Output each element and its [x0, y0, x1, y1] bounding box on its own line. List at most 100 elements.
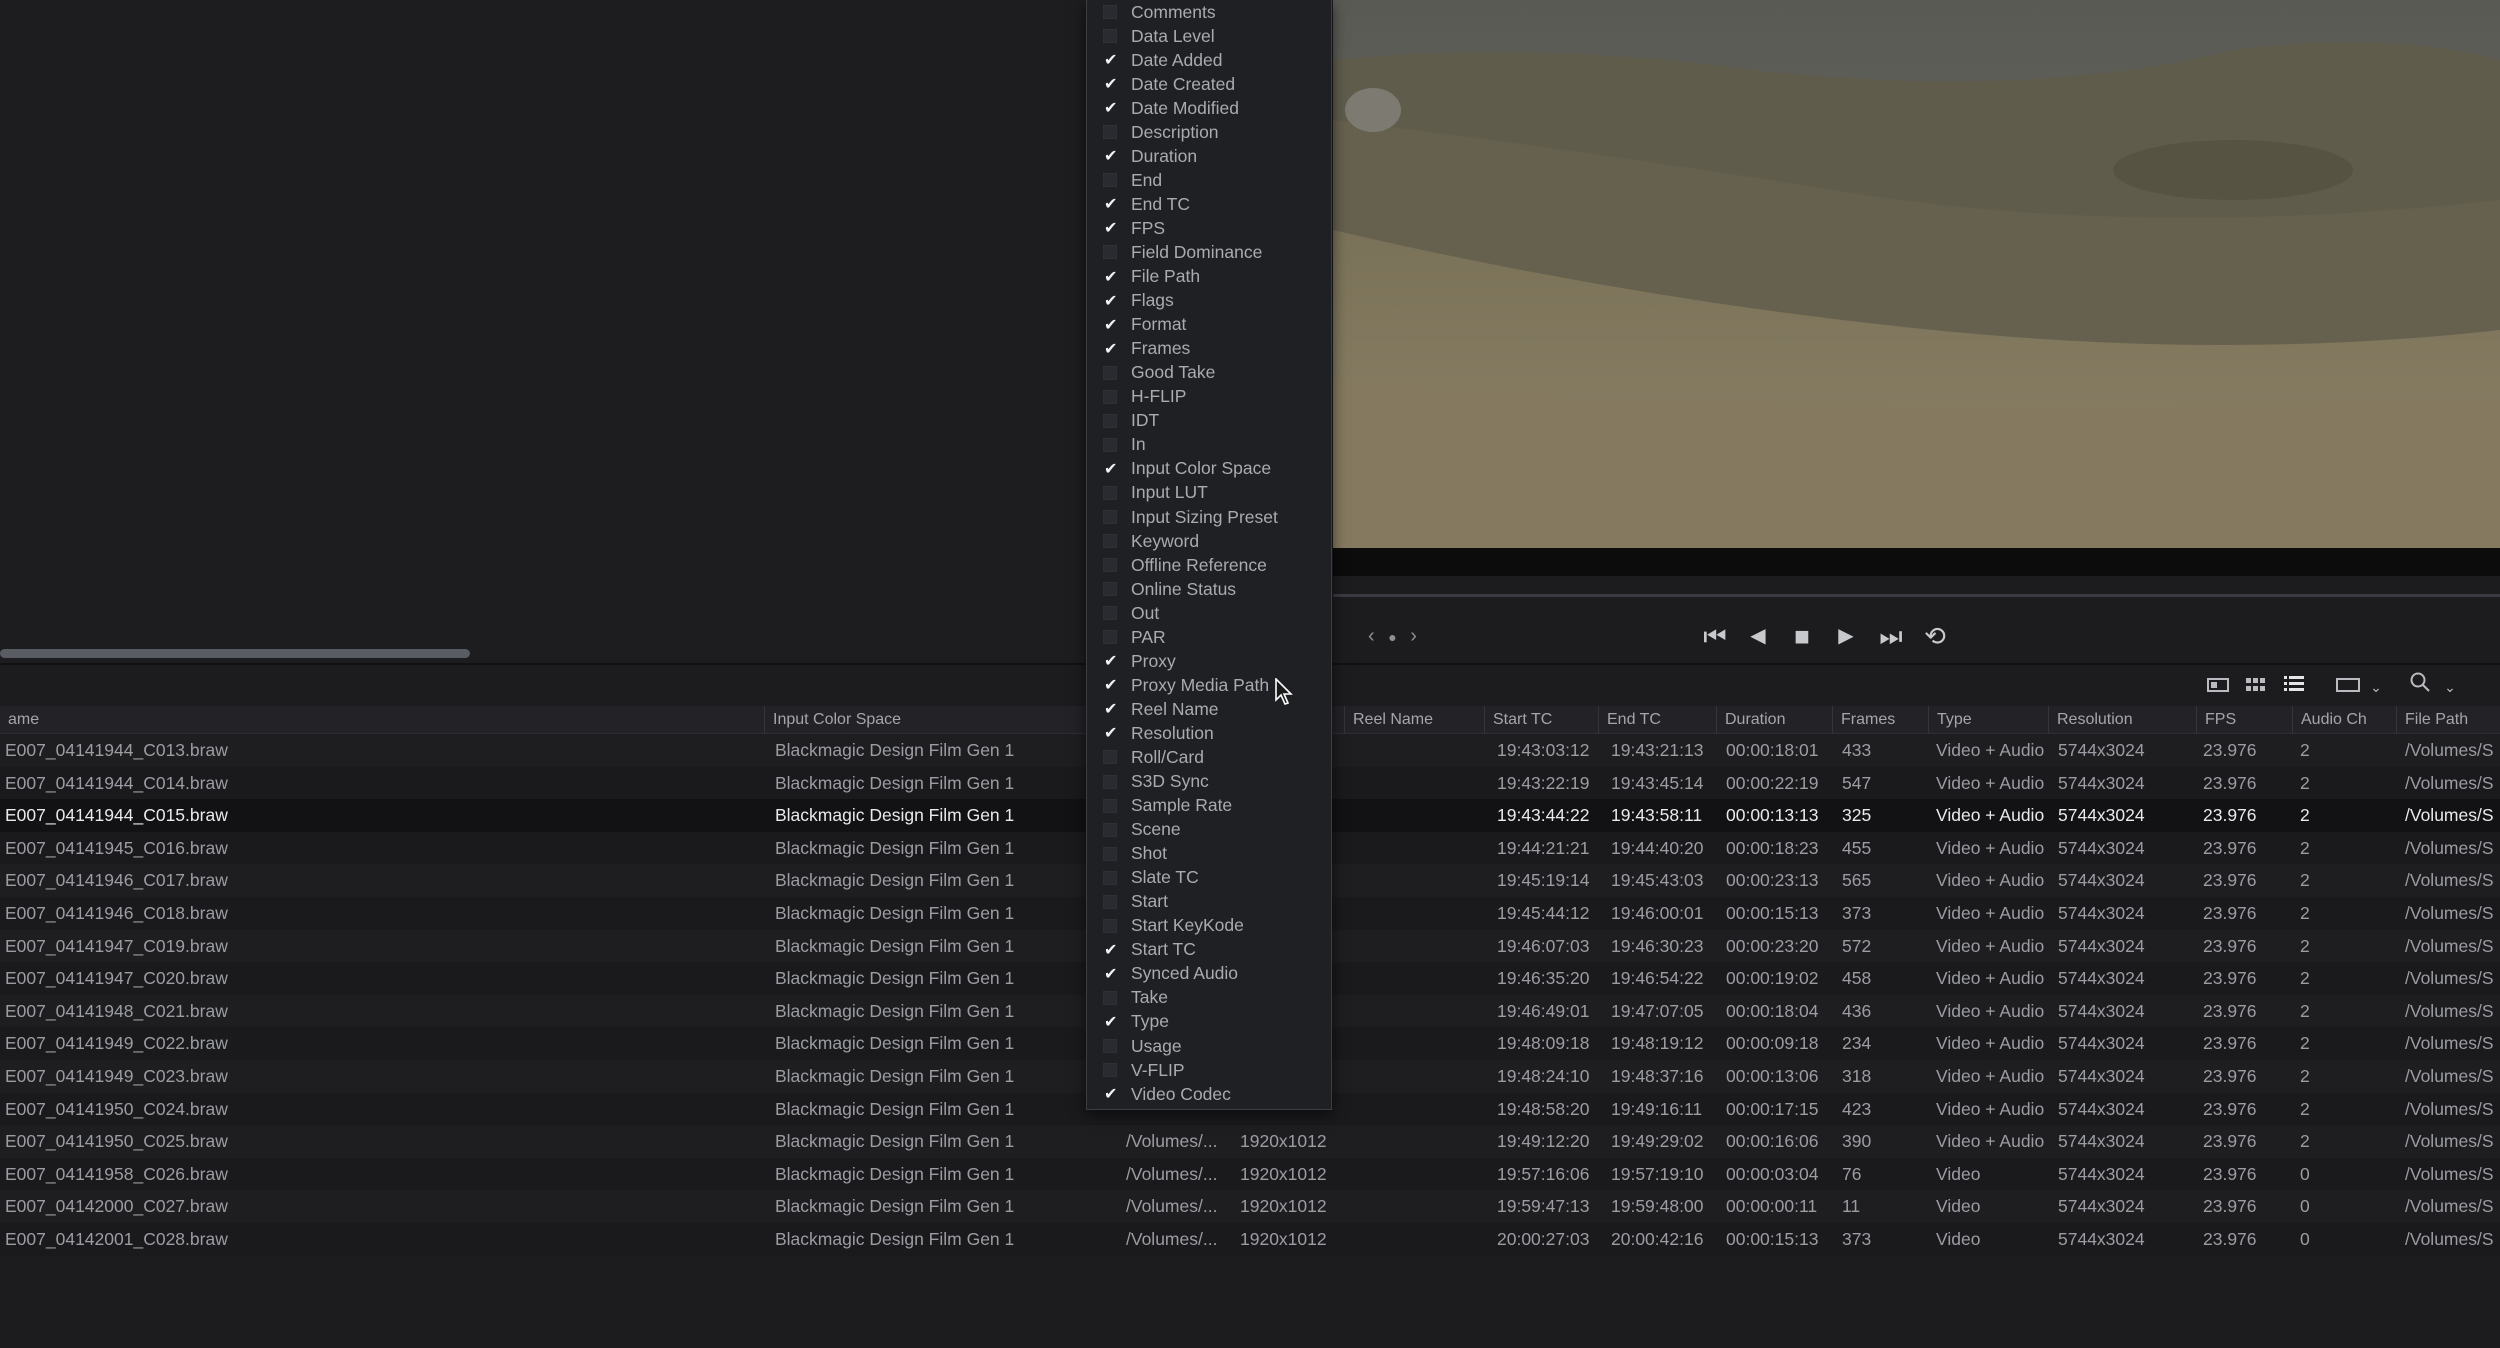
checkmark-icon[interactable]: ✔ — [1103, 268, 1117, 284]
list-view-icon[interactable] — [2276, 668, 2312, 706]
checkbox-empty-icon[interactable] — [1103, 870, 1117, 885]
jump-to-start-button[interactable]: ⏮ — [1695, 600, 1735, 672]
menu-item[interactable]: Comments — [1087, 0, 1331, 24]
step-back-button[interactable]: ◀ — [1738, 600, 1778, 672]
menu-item[interactable]: ✔ End TC — [1087, 192, 1331, 216]
menu-item[interactable]: Input Sizing Preset — [1087, 505, 1331, 529]
menu-item[interactable]: V-FLIP — [1087, 1058, 1331, 1082]
checkbox-empty-icon[interactable] — [1103, 437, 1117, 452]
checkbox-empty-icon[interactable] — [1103, 29, 1117, 44]
checkbox-empty-icon[interactable] — [1103, 630, 1117, 645]
checkbox-empty-icon[interactable] — [1103, 173, 1117, 188]
checkmark-icon[interactable]: ✔ — [1103, 316, 1117, 332]
column-header-fps[interactable]: FPS — [2196, 706, 2292, 733]
checkmark-icon[interactable]: ✔ — [1103, 52, 1117, 68]
checkmark-icon[interactable]: ✔ — [1103, 460, 1117, 476]
checkbox-empty-icon[interactable] — [1103, 798, 1117, 813]
menu-item[interactable]: ✔ Date Created — [1087, 72, 1331, 96]
menu-item[interactable]: ✔ Proxy — [1087, 649, 1331, 673]
checkbox-empty-icon[interactable] — [1103, 846, 1117, 861]
menu-item[interactable]: Description — [1087, 120, 1331, 144]
table-row[interactable]: E007_04142001_C028.braw Blackmagic Design… — [0, 1222, 2500, 1256]
menu-item[interactable]: ✔ Proxy Media Path — [1087, 673, 1331, 697]
menu-item[interactable]: Sample Rate — [1087, 794, 1331, 818]
column-header-reel-name[interactable]: Reel Name — [1344, 706, 1484, 733]
checkmark-icon[interactable]: ✔ — [1103, 653, 1117, 669]
menu-item[interactable]: ✔ Date Added — [1087, 48, 1331, 72]
checkbox-empty-icon[interactable] — [1103, 582, 1117, 597]
menu-item[interactable]: ✔ FPS — [1087, 216, 1331, 240]
menu-item[interactable]: Field Dominance — [1087, 240, 1331, 264]
table-row[interactable]: E007_04141950_C025.braw Blackmagic Design… — [0, 1125, 2500, 1158]
checkmark-icon[interactable]: ✔ — [1103, 677, 1117, 693]
column-header-audio-ch[interactable]: Audio Ch — [2292, 706, 2396, 733]
menu-item[interactable]: IDT — [1087, 409, 1331, 433]
menu-item[interactable]: Roll/Card — [1087, 745, 1331, 769]
checkmark-icon[interactable]: ✔ — [1103, 340, 1117, 356]
menu-item[interactable]: ✔ Format — [1087, 313, 1331, 337]
checkbox-empty-icon[interactable] — [1103, 245, 1117, 260]
menu-item[interactable]: Start — [1087, 890, 1331, 914]
checkbox-empty-icon[interactable] — [1103, 1039, 1117, 1054]
checkmark-icon[interactable]: ✔ — [1103, 701, 1117, 717]
checkmark-icon[interactable]: ✔ — [1103, 220, 1117, 236]
menu-item[interactable]: ✔ Reel Name — [1087, 697, 1331, 721]
column-header-frames[interactable]: Frames — [1832, 706, 1928, 733]
menu-item[interactable]: Input LUT — [1087, 481, 1331, 505]
column-header-end-tc[interactable]: End TC — [1598, 706, 1714, 733]
checkmark-icon[interactable]: ✔ — [1103, 196, 1117, 212]
play-button[interactable]: ▶ — [1826, 600, 1866, 672]
menu-item[interactable]: End — [1087, 168, 1331, 192]
checkbox-empty-icon[interactable] — [1103, 534, 1117, 549]
checkbox-empty-icon[interactable] — [1103, 894, 1117, 909]
menu-item[interactable]: In — [1087, 433, 1331, 457]
column-header-start-tc[interactable]: Start TC — [1484, 706, 1606, 733]
table-row[interactable]: E007_04142000_C027.braw Blackmagic Design… — [0, 1190, 2500, 1223]
metadata-view-icon[interactable] — [2200, 668, 2236, 706]
scrubber-bar[interactable] — [1333, 594, 2500, 597]
menu-item[interactable]: ✔ Type — [1087, 1010, 1331, 1034]
checkmark-icon[interactable]: ✔ — [1103, 941, 1117, 957]
table-row[interactable]: E007_04141958_C026.braw Blackmagic Design… — [0, 1157, 2500, 1191]
menu-item[interactable]: ✔ File Path — [1087, 265, 1331, 289]
menu-item[interactable]: Shot — [1087, 842, 1331, 866]
menu-item[interactable]: Online Status — [1087, 577, 1331, 601]
menu-item[interactable]: Keyword — [1087, 529, 1331, 553]
menu-item[interactable]: Start KeyKode — [1087, 914, 1331, 938]
checkbox-empty-icon[interactable] — [1103, 918, 1117, 933]
thumbnail-view-icon[interactable] — [2238, 668, 2274, 706]
menu-item[interactable]: ✔ Start TC — [1087, 938, 1331, 962]
menu-item[interactable]: Offline Reference — [1087, 553, 1331, 577]
menu-item[interactable]: S3D Sync — [1087, 770, 1331, 794]
checkbox-empty-icon[interactable] — [1103, 125, 1117, 140]
checkbox-empty-icon[interactable] — [1103, 774, 1117, 789]
checkbox-empty-icon[interactable] — [1103, 750, 1117, 765]
checkmark-icon[interactable]: ✔ — [1103, 292, 1117, 308]
checkmark-icon[interactable]: ✔ — [1103, 725, 1117, 741]
menu-item[interactable]: Out — [1087, 601, 1331, 625]
prev-clip-arrow[interactable]: ‹ — [1368, 625, 1375, 647]
checkmark-icon[interactable]: ✔ — [1103, 1013, 1117, 1029]
checkbox-empty-icon[interactable] — [1103, 1063, 1117, 1078]
menu-item[interactable]: Good Take — [1087, 361, 1331, 385]
checkbox-empty-icon[interactable] — [1103, 990, 1117, 1005]
column-header-name[interactable]: ame — [0, 706, 764, 733]
chevron-down-icon[interactable]: ⌄ — [2432, 668, 2468, 706]
checkbox-empty-icon[interactable] — [1103, 558, 1117, 573]
checkbox-empty-icon[interactable] — [1103, 510, 1117, 524]
checkbox-empty-icon[interactable] — [1103, 5, 1117, 20]
checkmark-icon[interactable]: ✔ — [1103, 148, 1117, 164]
menu-item[interactable]: Usage — [1087, 1034, 1331, 1058]
next-clip-arrow[interactable]: › — [1410, 625, 1417, 647]
column-header-type[interactable]: Type — [1928, 706, 2052, 733]
menu-item[interactable]: ✔ Frames — [1087, 337, 1331, 361]
column-header-file-path[interactable]: File Path — [2396, 706, 2500, 733]
menu-item[interactable]: Take — [1087, 986, 1331, 1010]
checkbox-empty-icon[interactable] — [1103, 606, 1117, 621]
horizontal-scrollbar[interactable] — [0, 649, 470, 658]
menu-item[interactable]: ✔ Resolution — [1087, 721, 1331, 745]
menu-item[interactable]: ✔ Duration — [1087, 144, 1331, 168]
menu-item[interactable]: Data Level — [1087, 24, 1331, 48]
checkbox-empty-icon[interactable] — [1103, 365, 1117, 380]
checkmark-icon[interactable]: ✔ — [1103, 76, 1117, 92]
